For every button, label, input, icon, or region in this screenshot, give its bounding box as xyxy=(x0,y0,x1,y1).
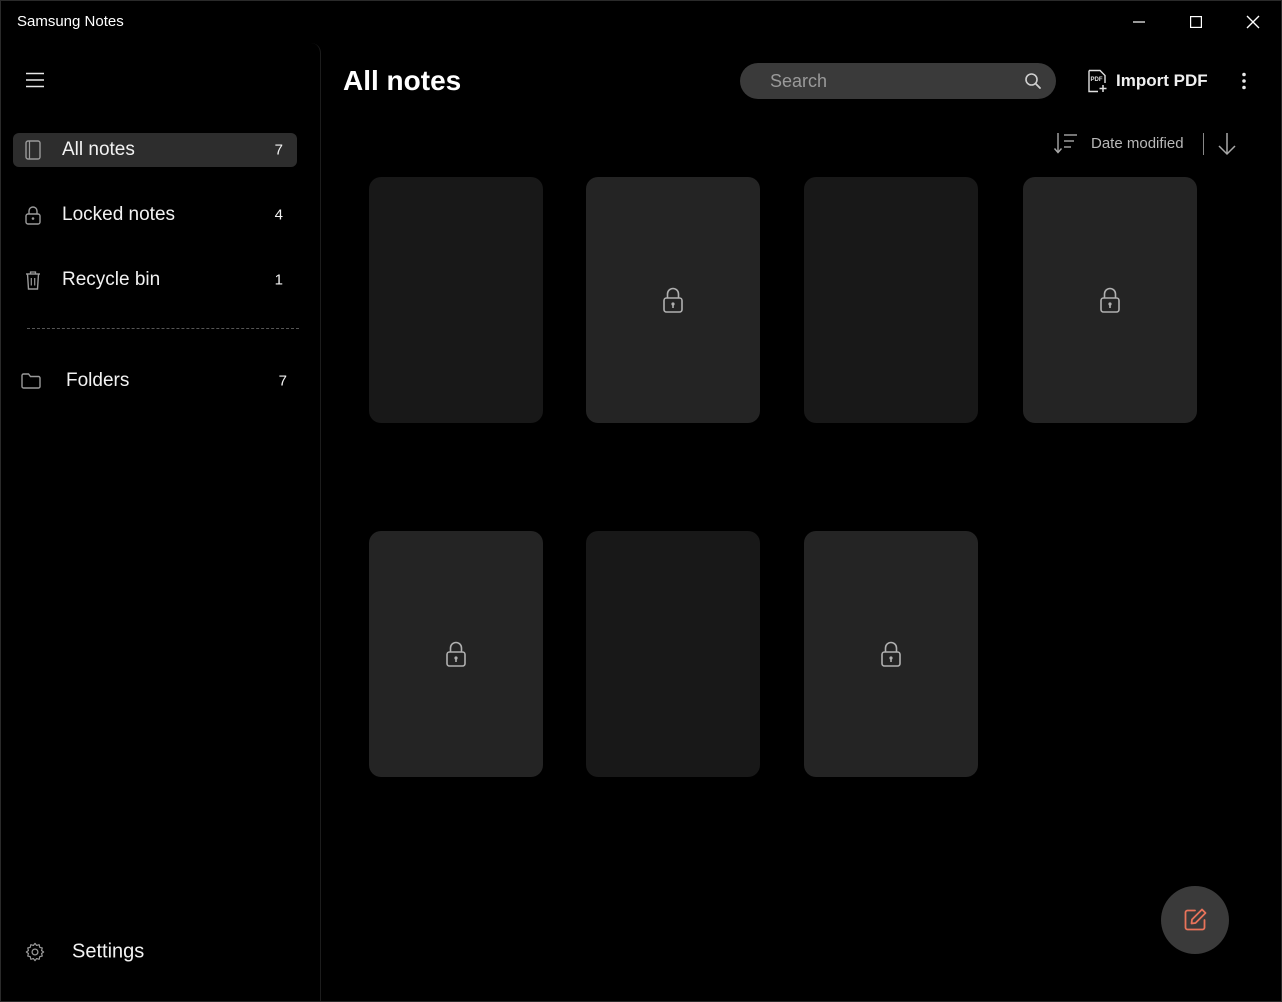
lock-icon xyxy=(881,641,901,667)
arrow-down-icon[interactable] xyxy=(1215,131,1239,157)
note-card-locked[interactable] xyxy=(369,531,543,777)
sidebar-item-count: 7 xyxy=(274,141,283,159)
folder-icon xyxy=(21,370,41,392)
sidebar-item-count: 7 xyxy=(278,372,287,390)
settings-button[interactable]: Settings xyxy=(21,935,221,969)
app-window: Samsung Notes All notes 7 Locked notes 4… xyxy=(0,0,1282,1002)
main-content: All notes PDF Import PDF xyxy=(323,43,1281,1001)
gear-icon xyxy=(25,941,45,963)
search-icon[interactable] xyxy=(1024,72,1042,90)
sidebar-item-count: 1 xyxy=(274,271,283,289)
lock-icon xyxy=(23,204,43,226)
trash-icon xyxy=(23,269,43,291)
note-card[interactable] xyxy=(369,177,543,423)
new-note-button[interactable] xyxy=(1161,886,1229,954)
lock-icon xyxy=(663,287,683,313)
sort-separator xyxy=(1203,133,1204,155)
lock-icon xyxy=(446,641,466,667)
search-box[interactable] xyxy=(740,63,1056,99)
menu-button[interactable] xyxy=(23,69,47,91)
sort-label[interactable]: Date modified xyxy=(1091,135,1184,152)
hamburger-icon xyxy=(26,72,44,88)
minimize-icon xyxy=(1133,21,1145,23)
settings-label: Settings xyxy=(72,940,145,963)
page-title: All notes xyxy=(343,65,462,96)
note-card[interactable] xyxy=(804,177,978,423)
more-options-button[interactable] xyxy=(1233,67,1255,95)
note-card-locked[interactable] xyxy=(1023,177,1197,423)
svg-text:PDF: PDF xyxy=(1091,77,1103,83)
sidebar-item-label: Recycle bin xyxy=(62,269,161,290)
close-button[interactable] xyxy=(1224,1,1282,43)
notebook-icon xyxy=(23,139,43,161)
sidebar-item-recycle-bin[interactable]: Recycle bin 1 xyxy=(13,263,297,297)
import-pdf-label: Import PDF xyxy=(1116,71,1208,90)
more-vertical-icon xyxy=(1242,72,1246,90)
sidebar-item-locked-notes[interactable]: Locked notes 4 xyxy=(13,198,297,232)
sidebar-item-label: Folders xyxy=(66,370,130,391)
pdf-import-icon: PDF xyxy=(1088,69,1107,93)
import-pdf-button[interactable]: PDF Import PDF xyxy=(1086,67,1208,95)
sidebar-divider xyxy=(27,328,299,329)
sidebar-item-count: 4 xyxy=(274,206,283,224)
lock-icon xyxy=(1100,287,1120,313)
sort-bar: Date modified xyxy=(1053,129,1243,159)
app-title: Samsung Notes xyxy=(17,13,124,30)
search-input[interactable] xyxy=(770,63,1020,99)
note-card-locked[interactable] xyxy=(804,531,978,777)
maximize-icon xyxy=(1190,16,1202,28)
sidebar-item-all-notes[interactable]: All notes 7 xyxy=(13,133,297,167)
sort-icon[interactable] xyxy=(1053,131,1079,155)
sidebar-item-label: All notes xyxy=(62,139,135,160)
note-card[interactable] xyxy=(586,531,760,777)
note-card-locked[interactable] xyxy=(586,177,760,423)
compose-icon xyxy=(1184,908,1207,931)
title-bar: Samsung Notes xyxy=(1,1,1281,43)
sidebar-item-folders[interactable]: Folders 7 xyxy=(11,364,301,398)
maximize-button[interactable] xyxy=(1167,1,1225,43)
sidebar-item-label: Locked notes xyxy=(62,204,176,225)
minimize-button[interactable] xyxy=(1110,1,1168,43)
close-icon xyxy=(1246,15,1260,29)
sidebar: All notes 7 Locked notes 4 Recycle bin 1… xyxy=(3,43,321,1001)
